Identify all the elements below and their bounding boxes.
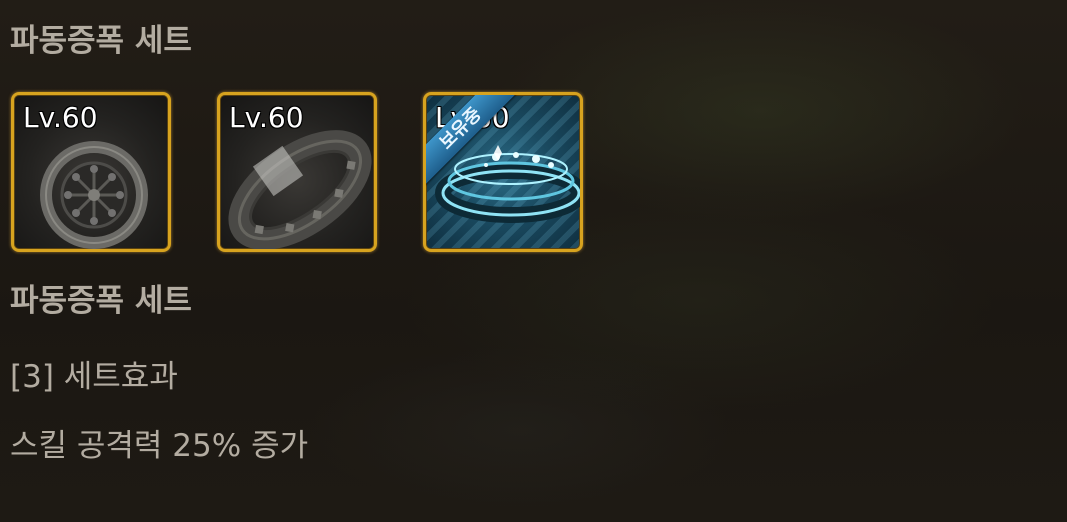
set-items: Lv.60 Lv.60 보유중	[11, 92, 583, 252]
set-effect-label: [3] 세트효과	[10, 359, 178, 395]
item-level: Lv.60	[229, 101, 304, 134]
item-slot-bracelet[interactable]: Lv.60	[217, 92, 377, 252]
item-level: Lv.60	[23, 101, 98, 134]
set-effect-description: 스킬 공격력 25% 증가	[10, 428, 309, 464]
set-title: 파동증폭 세트	[10, 23, 192, 59]
set-detail-title: 파동증폭 세트	[10, 283, 192, 319]
item-slot-ring[interactable]: Lv.60	[11, 92, 171, 252]
item-slot-bracelet-owned[interactable]: Lv.60 보유중	[423, 92, 583, 252]
